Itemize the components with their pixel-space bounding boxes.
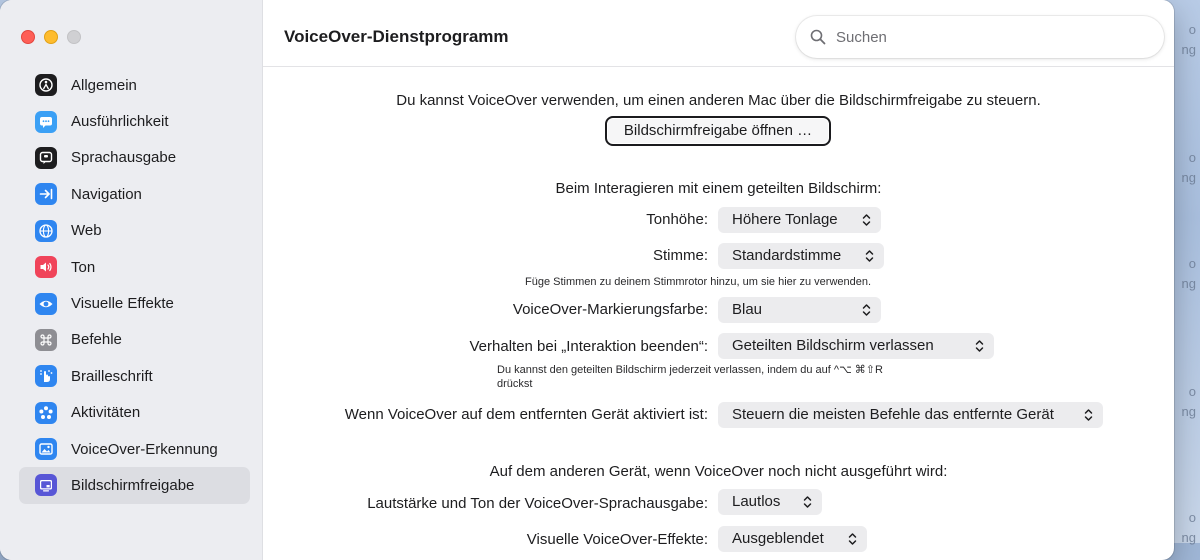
desktop-icon-label: ng xyxy=(1181,170,1196,185)
cursor-color-value: Blau xyxy=(732,301,763,318)
sidebar-item-allgemein[interactable]: Allgemein xyxy=(19,67,250,103)
volume-value: Lautlos xyxy=(732,493,781,510)
remote-active-value: Steuern die meisten Befehle das entfernt… xyxy=(732,406,1054,423)
sidebar-item-label: Allgemein xyxy=(71,76,137,94)
sidebar-item-label: Navigation xyxy=(71,185,142,203)
cursor-color-popup[interactable]: Blau xyxy=(718,297,881,323)
sidebar-item-sprachausgabe[interactable]: Sprachausgabe xyxy=(19,140,250,176)
desktop-icon-label: o xyxy=(1188,510,1196,525)
voice-hint: Füge Stimmen zu deinem Stimmrotor hinzu,… xyxy=(525,276,872,288)
sidebar-item-befehle[interactable]: Befehle xyxy=(19,322,250,358)
sidebar-item-label: Befehle xyxy=(71,331,122,349)
chevron-updown-icon xyxy=(803,496,812,508)
pitch-popup[interactable]: Höhere Tonlage xyxy=(718,207,881,233)
sidebar-item-label: Sprachausgabe xyxy=(71,149,177,167)
screen-sharing-icon xyxy=(35,474,57,497)
end-interaction-hint: Du kannst den geteilten Bildschirm jeder… xyxy=(497,363,883,391)
sidebar-item-label: VoiceOver-Erkennung xyxy=(71,440,218,458)
sidebar-item-brailleschrift[interactable]: Brailleschrift xyxy=(19,358,250,394)
desktop-icon-label: o xyxy=(1188,22,1196,37)
close-window-button[interactable] xyxy=(21,30,35,44)
arrow-tab-icon xyxy=(35,183,57,206)
speech-icon xyxy=(35,146,57,169)
voiceover-utility-window: Allgemein Ausführlichkeit Sprachausgabe Nav… xyxy=(0,0,1174,560)
sidebar-list: Allgemein Ausführlichkeit Sprachausgabe Nav… xyxy=(19,67,250,504)
chevron-updown-icon xyxy=(848,533,857,545)
toolbar: VoiceOver-Dienstprogramm xyxy=(263,0,1174,67)
volume-label: Lautstärke und Ton der VoiceOver-Spracha… xyxy=(367,495,708,512)
globe-icon xyxy=(35,219,57,242)
open-screen-sharing-button[interactable]: Bildschirmfreigabe öffnen … xyxy=(605,116,831,146)
speaker-icon xyxy=(35,256,57,279)
sidebar-item-label: Brailleschrift xyxy=(71,367,153,385)
eye-icon xyxy=(35,292,57,315)
command-icon xyxy=(35,328,57,351)
window-controls xyxy=(21,30,81,44)
chevron-updown-icon xyxy=(862,214,871,226)
intro-text: Du kannst VoiceOver verwenden, um einen … xyxy=(396,92,1041,109)
settings-pane: Du kannst VoiceOver verwenden, um einen … xyxy=(263,67,1174,560)
end-interaction-label: Verhalten bei „Interaktion beenden“: xyxy=(469,338,709,355)
sidebar-item-label: Ton xyxy=(71,258,96,276)
recognition-icon xyxy=(35,438,57,461)
chevron-updown-icon xyxy=(975,340,984,352)
end-interaction-value: Geteilten Bildschirm verlassen xyxy=(732,337,934,354)
desktop-icon-label: ng xyxy=(1181,42,1196,57)
desktop-icon-label: o xyxy=(1188,256,1196,271)
window-title: VoiceOver-Dienstprogramm xyxy=(284,27,509,46)
general-icon xyxy=(35,74,57,97)
pitch-value: Höhere Tonlage xyxy=(732,211,838,228)
voice-value: Standardstimme xyxy=(732,247,842,264)
sidebar-item-voiceover-erkennung[interactable]: VoiceOver-Erkennung xyxy=(19,431,250,467)
sidebar-item-navigation[interactable]: Navigation xyxy=(19,176,250,212)
sidebar-item-label: Visuelle Effekte xyxy=(71,295,174,313)
minimize-window-button[interactable] xyxy=(44,30,58,44)
sidebar-item-label: Bildschirmfreigabe xyxy=(71,476,195,494)
pitch-label: Tonhöhe: xyxy=(646,211,708,228)
search-field[interactable] xyxy=(796,16,1164,58)
sidebar-item-bildschirmfreigabe[interactable]: Bildschirmfreigabe xyxy=(19,467,250,504)
speech-bubble-icon xyxy=(35,110,57,133)
sidebar-item-label: Ausführlichkeit xyxy=(71,113,169,131)
visual-effects-popup[interactable]: Ausgeblendet xyxy=(718,526,867,552)
desktop-icon-label: ng xyxy=(1181,404,1196,419)
shared-screen-heading: Beim Interagieren mit einem geteilten Bi… xyxy=(555,180,882,197)
sidebar-item-ausführlichkeit[interactable]: Ausführlichkeit xyxy=(19,103,250,139)
voice-label: Stimme: xyxy=(652,247,708,264)
desktop-icon-label: ng xyxy=(1181,276,1196,291)
sidebar-item-label: Aktivitäten xyxy=(71,404,141,422)
sidebar-item-web[interactable]: Web xyxy=(19,213,250,249)
visual-effects-value: Ausgeblendet xyxy=(732,530,824,547)
search-input[interactable] xyxy=(834,27,1138,47)
chevron-updown-icon xyxy=(862,304,871,316)
chevron-updown-icon xyxy=(865,250,874,262)
end-interaction-hint-line1: Du kannst den geteilten Bildschirm jeder… xyxy=(497,364,883,376)
sidebar-item-label: Web xyxy=(71,222,102,240)
cursor-color-label: VoiceOver-Markierungsfarbe: xyxy=(512,301,708,318)
sidebar-item-aktivitäten[interactable]: Aktivitäten xyxy=(19,395,250,431)
end-interaction-popup[interactable]: Geteilten Bildschirm verlassen xyxy=(718,333,994,359)
sidebar-item-ton[interactable]: Ton xyxy=(19,249,250,285)
braille-hand-icon xyxy=(35,365,57,388)
voice-popup[interactable]: Standardstimme xyxy=(718,243,884,269)
chevron-updown-icon xyxy=(1084,409,1093,421)
other-device-heading: Auf dem anderen Gerät, wenn VoiceOver no… xyxy=(489,463,948,480)
visual-effects-label: Visuelle VoiceOver-Effekte: xyxy=(526,531,708,548)
sidebar: Allgemein Ausführlichkeit Sprachausgabe Nav… xyxy=(0,0,263,560)
desktop-icon-label: o xyxy=(1188,384,1196,399)
volume-popup[interactable]: Lautlos xyxy=(718,489,822,515)
sidebar-item-visuelle-effekte[interactable]: Visuelle Effekte xyxy=(19,285,250,321)
remote-active-popup[interactable]: Steuern die meisten Befehle das entfernt… xyxy=(718,402,1103,428)
search-icon xyxy=(810,29,826,45)
end-interaction-hint-line2: drückst xyxy=(497,378,533,390)
zoom-window-button[interactable] xyxy=(67,30,81,44)
remote-active-label: Wenn VoiceOver auf dem entfernten Gerät … xyxy=(344,406,708,423)
activities-icon xyxy=(35,401,57,424)
desktop-icon-label: o xyxy=(1188,150,1196,165)
